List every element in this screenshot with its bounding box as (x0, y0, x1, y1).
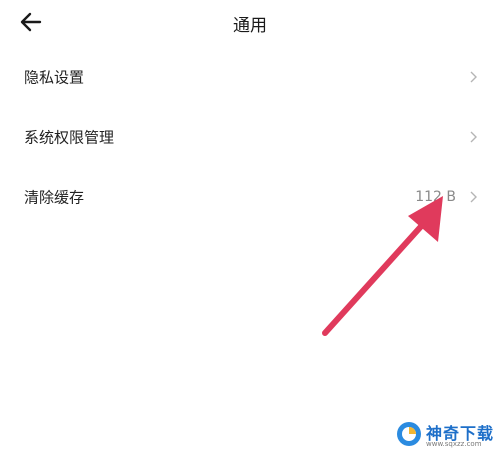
header: 通用 (0, 0, 500, 44)
chevron-right-icon (470, 71, 477, 83)
page-title: 通用 (233, 16, 267, 36)
watermark: 神奇下载 www.sqxzz.com (396, 418, 496, 452)
row-label: 清除缓存 (24, 188, 85, 207)
chevron-right-icon (470, 191, 477, 203)
row-system-permissions[interactable]: 系统权限管理 (0, 117, 500, 157)
settings-page: 通用 隐私设置 系统权限管理 清除缓存 112 B 神奇下载 www.sqxzz… (0, 0, 500, 460)
chevron-right-icon (470, 131, 477, 143)
row-clear-cache[interactable]: 清除缓存 112 B (0, 177, 500, 217)
row-privacy-settings[interactable]: 隐私设置 (0, 57, 500, 97)
watermark-logo-icon (397, 422, 421, 446)
row-label: 隐私设置 (24, 68, 85, 87)
row-label: 系统权限管理 (24, 128, 115, 147)
watermark-url: www.sqxzz.com (426, 440, 482, 448)
cache-size-value: 112 B (415, 189, 456, 205)
